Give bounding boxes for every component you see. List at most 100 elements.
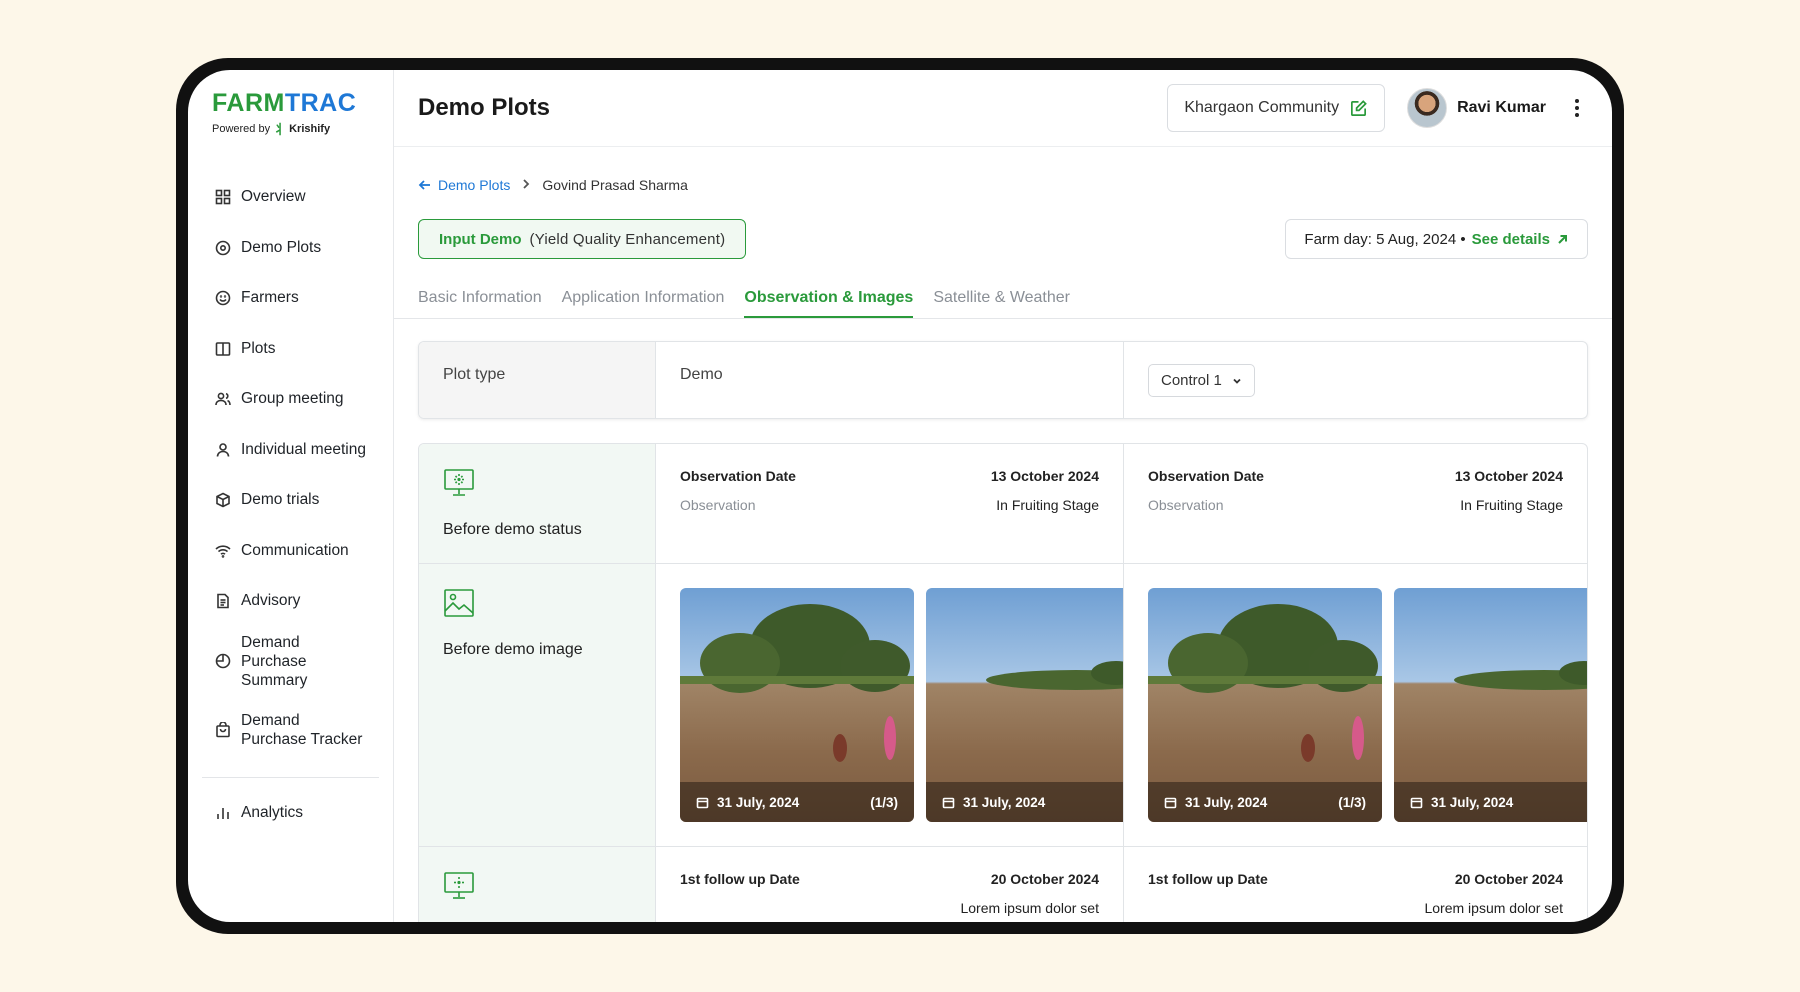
bar-chart-icon [214, 804, 232, 822]
users-icon [214, 390, 232, 408]
sidebar-item-individual-meeting[interactable]: Individual meeting [202, 425, 379, 476]
sidebar-item-plots[interactable]: Plots [202, 324, 379, 375]
sidebar-item-label: Individual meeting [241, 440, 366, 458]
followup-header [419, 847, 656, 922]
before-status-column: Observation Date 13 October 2024 Observat… [656, 444, 1124, 563]
sidebar-item-label: Plots [241, 339, 276, 357]
observation-date-label: Observation Date [680, 468, 796, 484]
field-photo[interactable]: 31 July, 2024(2 [1394, 588, 1587, 822]
observation-table: Before demo status Observation Date 13 Oc… [418, 443, 1588, 922]
grid-icon [214, 188, 232, 206]
photo-caption: 31 July, 2024 (1/3) [1148, 782, 1382, 822]
sidebar-item-label: Demo Plots [241, 238, 322, 256]
plot-control-cell: Control 1 [1124, 342, 1587, 418]
user-name: Ravi Kumar [1457, 99, 1546, 116]
photo-caption: 31 July, 2024(2 [926, 782, 1123, 822]
sidebar-item-overview[interactable]: Overview [202, 172, 379, 223]
box-icon [214, 491, 232, 509]
followup-observation: Lorem ipsum dolor set [1424, 900, 1563, 916]
breadcrumb-back-link[interactable]: Demo Plots [418, 177, 510, 193]
brand-part2: TRAC [284, 89, 357, 117]
book-icon [214, 340, 232, 358]
plot-type-card: Plot type Demo Control 1 [418, 341, 1588, 419]
sidebar-item-label: Group meeting [241, 390, 344, 408]
tab-observation-images[interactable]: Observation & Images [744, 289, 914, 318]
tab-bar: Basic Information Application Informatio… [418, 289, 1588, 318]
followup-date-value: 20 October 2024 [990, 871, 1099, 887]
top-bar: Demo Plots Khargaon Community Ravi Kumar [394, 70, 1612, 147]
pie-icon [214, 652, 232, 670]
main-panel: Demo Plots Khargaon Community Ravi Kumar [394, 70, 1612, 922]
page-title: Demo Plots [418, 94, 551, 121]
demo-type-badge: Input Demo (Yield Quality Enhancement) [418, 219, 747, 259]
photo-caption: 31 July, 2024(2 [1394, 782, 1587, 822]
followup-observation: Lorem ipsum dolor set [960, 900, 1099, 916]
tab-basic-information[interactable]: Basic Information [418, 289, 542, 318]
followup-row: 1st follow up Date 20 October 2024 Lorem … [419, 847, 1587, 922]
monitor-icon [443, 871, 631, 906]
sidebar-item-analytics[interactable]: Analytics [202, 788, 379, 839]
brand-logo[interactable]: FARMTRAC Powered by ⺦ Krishify [202, 90, 379, 138]
tab-satellite-weather[interactable]: Satellite & Weather [933, 289, 1070, 318]
community-selector-button[interactable]: Khargaon Community [1167, 84, 1386, 132]
sidebar-item-demand-purchase-tracker[interactable]: Demand Purchase Tracker [202, 696, 379, 765]
document-icon [214, 592, 232, 610]
control-select[interactable]: Control 1 [1148, 364, 1255, 397]
before-image-column: 31 July, 2024 (1/3) 31 July, 2024(2 [1124, 564, 1587, 846]
before-image-column: 31 July, 2024 (1/3) 31 July, 2024(2 [656, 564, 1124, 846]
sidebar-item-communication[interactable]: Communication [202, 526, 379, 577]
observation-value: In Fruiting Stage [1460, 497, 1563, 513]
user-profile[interactable]: Ravi Kumar [1407, 88, 1588, 128]
photo-count: (1/3) [1338, 794, 1366, 810]
avatar [1407, 88, 1448, 128]
observation-date-value: 13 October 2024 [1454, 468, 1563, 484]
more-options-icon[interactable] [1566, 99, 1588, 117]
photo-caption: 31 July, 2024 (1/3) [680, 782, 914, 822]
sidebar-nav: Overview Demo Plots Farmers Plots Group … [202, 172, 379, 838]
photo-strip[interactable]: 31 July, 2024 (1/3) 31 July, 2024(2 [680, 588, 1123, 822]
sidebar-item-label: Demand Purchase Tracker [241, 712, 363, 748]
photo-date: 31 July, 2024 [963, 794, 1046, 810]
field-photo[interactable]: 31 July, 2024 (1/3) [680, 588, 914, 822]
monitor-icon [443, 468, 631, 503]
field-photo[interactable]: 31 July, 2024 (1/3) [1148, 588, 1382, 822]
chevron-down-icon [1233, 378, 1241, 384]
sidebar-item-farmers[interactable]: Farmers [202, 273, 379, 324]
demo-type-label: Input Demo [439, 230, 522, 248]
tab-application-information[interactable]: Application Information [562, 289, 725, 318]
partner-name: Krishify [289, 122, 331, 135]
farm-day-text: Farm day: 5 Aug, 2024 • [1304, 230, 1466, 248]
powered-by-label: Powered by [212, 122, 271, 135]
field-photo[interactable]: 31 July, 2024(2 [926, 588, 1123, 822]
farm-day-box: Farm day: 5 Aug, 2024 • See details [1285, 219, 1588, 259]
user-icon [214, 441, 232, 459]
observation-date-label: Observation Date [1148, 468, 1264, 484]
sidebar-item-demo-plots[interactable]: Demo Plots [202, 223, 379, 274]
sidebar-item-advisory[interactable]: Advisory [202, 576, 379, 627]
photo-strip[interactable]: 31 July, 2024 (1/3) 31 July, 2024(2 [1148, 588, 1587, 822]
sidebar-item-label: Advisory [241, 592, 301, 610]
top-bar-actions: Khargaon Community Ravi Kumar [1167, 84, 1588, 132]
sidebar-item-demo-trials[interactable]: Demo trials [202, 475, 379, 526]
app-screen: FARMTRAC Powered by ⺦ Krishify Overview … [188, 70, 1612, 922]
sidebar-item-group-meeting[interactable]: Group meeting [202, 374, 379, 425]
followup-column: 1st follow up Date 20 October 2024 Lorem … [1124, 847, 1587, 922]
photo-count: (1/3) [870, 794, 898, 810]
edit-icon [1351, 99, 1367, 116]
sidebar-item-label: Communication [241, 541, 349, 559]
powered-by: Powered by ⺦ Krishify [212, 119, 379, 138]
before-status-label: Before demo status [443, 521, 582, 538]
sidebar-item-label: Demand Purchase Summary [241, 633, 308, 689]
tablet-frame: FARMTRAC Powered by ⺦ Krishify Overview … [176, 58, 1624, 934]
before-status-column: Observation Date 13 October 2024 Observat… [1124, 444, 1587, 563]
sidebar: FARMTRAC Powered by ⺦ Krishify Overview … [188, 70, 394, 922]
page-content: Demo Plots Govind Prasad Sharma Input De… [394, 177, 1612, 922]
community-name: Khargaon Community [1184, 99, 1340, 116]
before-status-header: Before demo status [419, 444, 656, 563]
photo-date: 31 July, 2024 [1185, 794, 1268, 810]
sidebar-item-demand-purchase-summary[interactable]: Demand Purchase Summary [202, 627, 379, 696]
see-details-link[interactable]: See details [1472, 231, 1550, 248]
brand-part1: FARM [212, 89, 285, 117]
demo-header-row: Input Demo (Yield Quality Enhancement) F… [418, 219, 1588, 259]
chevron-right-icon [520, 177, 532, 193]
